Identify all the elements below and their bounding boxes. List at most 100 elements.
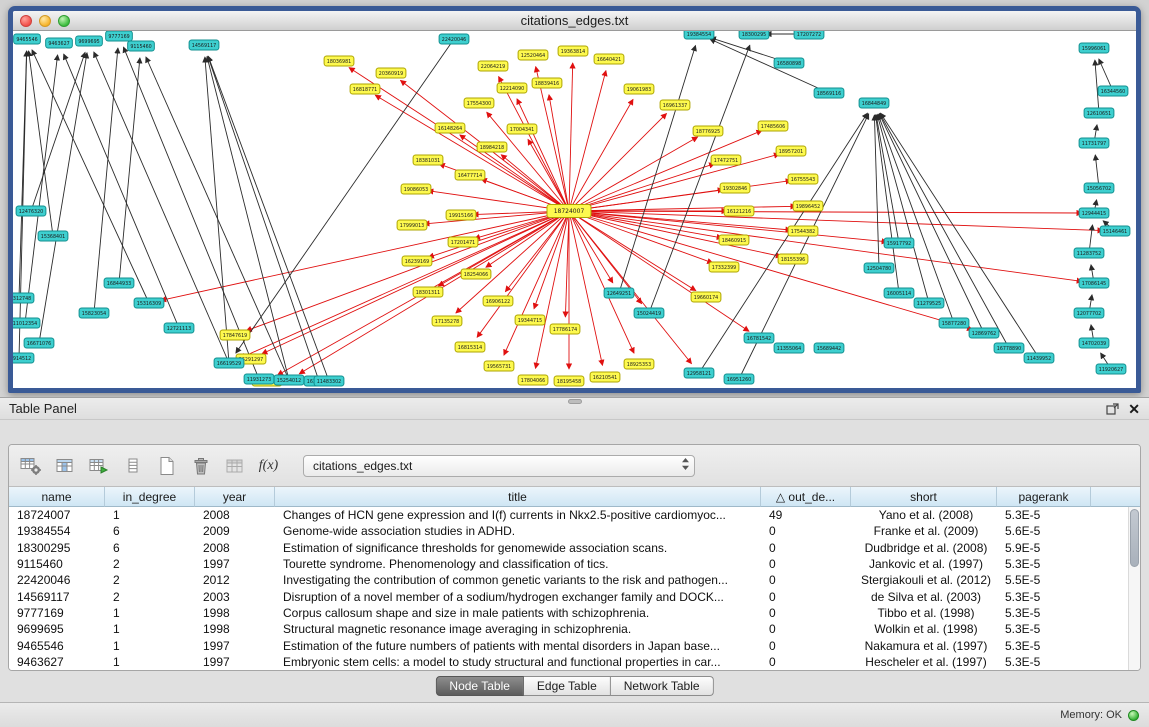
graph-edge[interactable] <box>240 211 569 358</box>
graph-node[interactable]: 16005114 <box>884 288 914 298</box>
table-cell[interactable]: 5.3E-5 <box>997 606 1091 620</box>
graph-node[interactable]: 15823054 <box>79 308 109 318</box>
graph-edge[interactable] <box>876 115 899 243</box>
graph-node[interactable]: 17554300 <box>464 98 494 108</box>
graph-node[interactable]: 11931273 <box>244 374 274 384</box>
graph-node[interactable]: 15312748 <box>13 293 34 303</box>
graph-node[interactable]: 12504780 <box>864 263 894 273</box>
graph-node[interactable]: 11279525 <box>914 298 944 308</box>
graph-node[interactable]: 11920627 <box>1096 364 1126 374</box>
table-cell[interactable]: 5.3E-5 <box>997 508 1091 522</box>
splitter-handle[interactable] <box>568 399 582 404</box>
graph-node[interactable]: 17201471 <box>448 237 478 247</box>
table-cell[interactable]: 2008 <box>195 508 275 522</box>
table-cell[interactable]: Tourette syndrome. Phenomenology and cla… <box>275 557 761 571</box>
graph-edge[interactable] <box>710 39 829 93</box>
graph-node[interactable]: 15368401 <box>38 231 68 241</box>
table-row[interactable]: 1830029562008Estimation of significance … <box>9 540 1128 556</box>
table-row[interactable]: 911546021997Tourette syndrome. Phenomeno… <box>9 556 1128 572</box>
graph-node[interactable]: 16778890 <box>994 343 1024 353</box>
graph-node[interactable]: 9777169 <box>106 31 133 41</box>
table-cell[interactable]: 9777169 <box>9 606 105 620</box>
table-cell[interactable]: 1 <box>105 639 195 653</box>
graph-node[interactable]: 16210541 <box>590 372 620 382</box>
graph-node[interactable]: 11012354 <box>13 318 40 328</box>
graph-node[interactable]: 18301311 <box>413 287 443 297</box>
graph-node[interactable]: 12476320 <box>16 206 46 216</box>
column-header-0[interactable]: name <box>9 487 105 507</box>
table-cell[interactable]: 2 <box>105 573 195 587</box>
table-cell[interactable]: 2003 <box>195 590 275 604</box>
graph-node[interactable]: 17804066 <box>518 375 548 385</box>
graph-node[interactable]: 19660174 <box>691 292 721 302</box>
graph-edge[interactable] <box>569 206 796 211</box>
table-cell[interactable]: 9699695 <box>9 622 105 636</box>
graph-edge[interactable] <box>19 51 27 358</box>
table-cell[interactable]: 0 <box>761 557 851 571</box>
graph-node[interactable]: 20360919 <box>376 68 406 78</box>
graph-node[interactable]: 19384554 <box>684 31 714 39</box>
graph-edge[interactable] <box>569 164 715 211</box>
minimize-window-button[interactable] <box>39 15 51 27</box>
table-cell[interactable]: 5.5E-5 <box>997 573 1091 587</box>
table-row[interactable]: 946554611997Estimation of the future num… <box>9 637 1128 653</box>
graph-node[interactable]: 19915166 <box>446 210 476 220</box>
table-cell[interactable]: Franke et al. (2009) <box>851 524 997 538</box>
table-cell[interactable]: Estimation of the future numbers of pati… <box>275 639 761 653</box>
column-header-3[interactable]: title <box>275 487 761 507</box>
graph-edge[interactable] <box>569 181 791 211</box>
graph-node[interactable]: 19344715 <box>515 315 545 325</box>
graph-node[interactable]: 15254012 <box>274 375 304 385</box>
graph-edge[interactable] <box>39 53 87 343</box>
table-cell[interactable]: 49 <box>761 508 851 522</box>
graph-edge[interactable] <box>25 55 58 323</box>
table-cell[interactable]: 5.3E-5 <box>997 590 1091 604</box>
graph-edge[interactable] <box>569 211 1082 281</box>
table-cell[interactable]: Structural magnetic resonance image aver… <box>275 622 761 636</box>
graph-node[interactable]: 12520464 <box>518 50 548 60</box>
graph-edge[interactable] <box>880 114 1009 349</box>
graph-node[interactable]: 22420046 <box>439 34 469 44</box>
graph-node[interactable]: 11731797 <box>1079 138 1109 148</box>
edit-columns-icon[interactable] <box>85 452 112 479</box>
table-cell[interactable]: 1997 <box>195 655 275 669</box>
graph-node[interactable]: 12214090 <box>497 83 527 93</box>
graph-node[interactable]: 12869762 <box>969 328 999 338</box>
graph-node[interactable]: 15146461 <box>1100 226 1130 236</box>
graph-node[interactable]: 16477714 <box>455 170 485 180</box>
graph-node[interactable]: 16844849 <box>859 98 889 108</box>
vertical-scrollbar[interactable] <box>1128 507 1140 670</box>
graph-node[interactable]: 12958121 <box>684 368 714 378</box>
graph-node[interactable]: 15996061 <box>1079 43 1109 53</box>
graph-node[interactable]: 18036981 <box>324 56 354 66</box>
table-cell[interactable]: 1997 <box>195 639 275 653</box>
table-cell[interactable]: 5.6E-5 <box>997 524 1091 538</box>
graph-node[interactable]: 14569117 <box>189 40 219 50</box>
graph-node[interactable]: 16815314 <box>455 342 485 352</box>
table-cell[interactable]: Genome-wide association studies in ADHD. <box>275 524 761 538</box>
graph-node[interactable]: 12077702 <box>1074 308 1104 318</box>
table-cell[interactable]: 9463627 <box>9 655 105 669</box>
graph-node[interactable]: 18254066 <box>461 269 491 279</box>
graph-edge[interactable] <box>569 63 573 211</box>
table-cell[interactable]: Changes of HCN gene expression and I(f) … <box>275 508 761 522</box>
close-window-button[interactable] <box>20 15 32 27</box>
delete-icon[interactable] <box>187 452 214 479</box>
graph-node[interactable]: 15689442 <box>814 343 844 353</box>
graph-edge[interactable] <box>119 58 140 283</box>
graph-node[interactable]: 19896452 <box>793 201 823 211</box>
table-row[interactable]: 2242004622012Investigating the contribut… <box>9 572 1128 588</box>
graph-node[interactable]: 9465546 <box>14 34 41 44</box>
table-cell[interactable]: 1998 <box>195 622 275 636</box>
table-cell[interactable]: 0 <box>761 639 851 653</box>
table-cell[interactable]: 1 <box>105 508 195 522</box>
window-titlebar[interactable]: citations_edges.txt <box>13 11 1136 31</box>
table-row[interactable]: 969969511998Structural magnetic resonanc… <box>9 621 1128 637</box>
graph-node[interactable]: 18984218 <box>477 142 507 152</box>
graph-edge[interactable] <box>262 211 569 354</box>
graph-node[interactable]: 17999013 <box>397 220 427 230</box>
table-cell[interactable]: de Silva et al. (2003) <box>851 590 997 604</box>
table-cell[interactable]: Investigating the contribution of common… <box>275 573 761 587</box>
graph-edge[interactable] <box>569 211 603 365</box>
table-cell[interactable]: 0 <box>761 541 851 555</box>
